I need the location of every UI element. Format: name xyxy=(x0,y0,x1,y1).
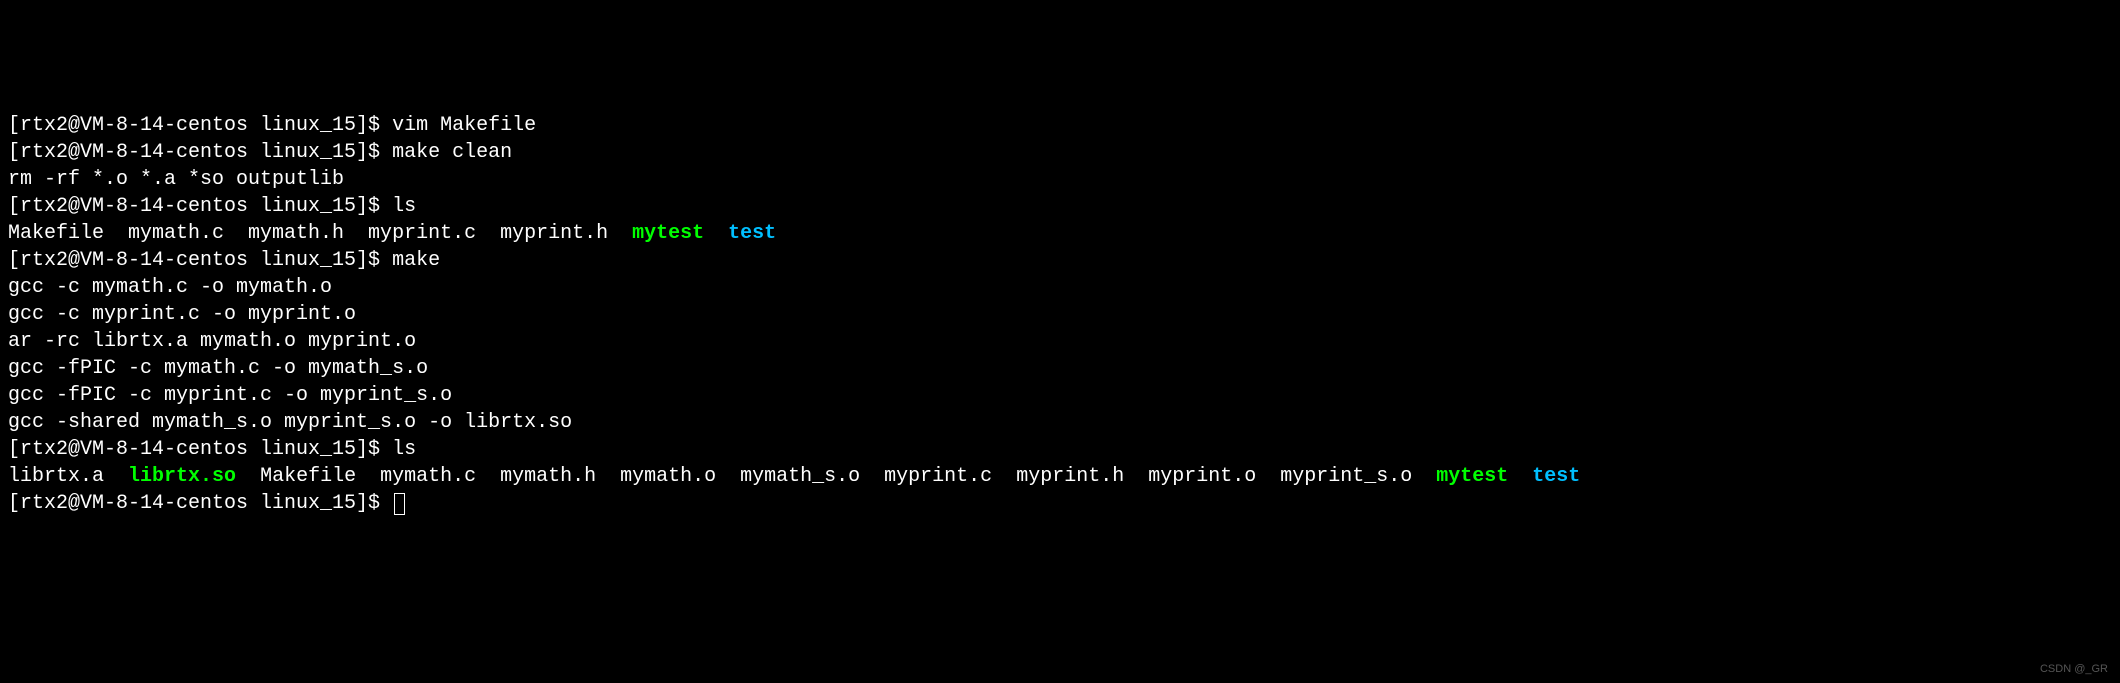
terminal-segment: librtx.so xyxy=(128,465,236,488)
terminal-segment: gcc -shared mymath_s.o myprint_s.o -o li… xyxy=(8,411,572,434)
terminal-segment: gcc -fPIC -c mymath.c -o mymath_s.o xyxy=(8,357,428,380)
terminal-segment: [rtx2@VM-8-14-centos linux_15]$ xyxy=(8,492,392,515)
terminal-segment: ar -rc librtx.a mymath.o myprint.o xyxy=(8,330,416,353)
terminal-segment: vim Makefile xyxy=(392,114,536,137)
terminal-line: [rtx2@VM-8-14-centos linux_15]$ make xyxy=(8,247,2112,274)
terminal-line: gcc -fPIC -c mymath.c -o mymath_s.o xyxy=(8,355,2112,382)
terminal-segment: gcc -fPIC -c myprint.c -o myprint_s.o xyxy=(8,384,452,407)
terminal-line: [rtx2@VM-8-14-centos linux_15]$ ls xyxy=(8,436,2112,463)
terminal-segment: [rtx2@VM-8-14-centos linux_15]$ xyxy=(8,141,392,164)
terminal-segment: Makefile mymath.c mymath.h mymath.o myma… xyxy=(236,465,1436,488)
cursor-icon xyxy=(394,493,405,515)
terminal-segment: gcc -c mymath.c -o mymath.o xyxy=(8,276,332,299)
terminal-segment: make xyxy=(392,249,440,272)
terminal-line: gcc -shared mymath_s.o myprint_s.o -o li… xyxy=(8,409,2112,436)
watermark-text: CSDN @_GR xyxy=(2040,662,2108,677)
terminal-line: rm -rf *.o *.a *so outputlib xyxy=(8,166,2112,193)
terminal-line: [rtx2@VM-8-14-centos linux_15]$ xyxy=(8,490,2112,517)
terminal-segment: rm -rf *.o *.a *so outputlib xyxy=(8,168,344,191)
terminal-line: librtx.a librtx.so Makefile mymath.c mym… xyxy=(8,463,2112,490)
terminal-segment: [rtx2@VM-8-14-centos linux_15]$ xyxy=(8,114,392,137)
terminal-line: [rtx2@VM-8-14-centos linux_15]$ make cle… xyxy=(8,139,2112,166)
terminal-line: Makefile mymath.c mymath.h myprint.c myp… xyxy=(8,220,2112,247)
terminal-line: gcc -c mymath.c -o mymath.o xyxy=(8,274,2112,301)
terminal-output[interactable]: [rtx2@VM-8-14-centos linux_15]$ vim Make… xyxy=(8,112,2112,517)
terminal-segment: test xyxy=(728,222,776,245)
terminal-segment: make clean xyxy=(392,141,512,164)
terminal-segment: mytest xyxy=(632,222,704,245)
terminal-segment: librtx.a xyxy=(8,465,128,488)
terminal-segment: Makefile mymath.c mymath.h myprint.c myp… xyxy=(8,222,632,245)
terminal-segment: [rtx2@VM-8-14-centos linux_15]$ xyxy=(8,438,392,461)
terminal-line: [rtx2@VM-8-14-centos linux_15]$ vim Make… xyxy=(8,112,2112,139)
terminal-line: ar -rc librtx.a mymath.o myprint.o xyxy=(8,328,2112,355)
terminal-segment: test xyxy=(1532,465,1580,488)
terminal-line: gcc -fPIC -c myprint.c -o myprint_s.o xyxy=(8,382,2112,409)
terminal-line: gcc -c myprint.c -o myprint.o xyxy=(8,301,2112,328)
terminal-segment: mytest xyxy=(1436,465,1508,488)
terminal-segment: ls xyxy=(392,195,416,218)
terminal-segment: gcc -c myprint.c -o myprint.o xyxy=(8,303,356,326)
terminal-segment: ls xyxy=(392,438,416,461)
terminal-segment: [rtx2@VM-8-14-centos linux_15]$ xyxy=(8,195,392,218)
terminal-segment: [rtx2@VM-8-14-centos linux_15]$ xyxy=(8,249,392,272)
terminal-line: [rtx2@VM-8-14-centos linux_15]$ ls xyxy=(8,193,2112,220)
terminal-segment xyxy=(1508,465,1532,488)
terminal-segment xyxy=(704,222,728,245)
